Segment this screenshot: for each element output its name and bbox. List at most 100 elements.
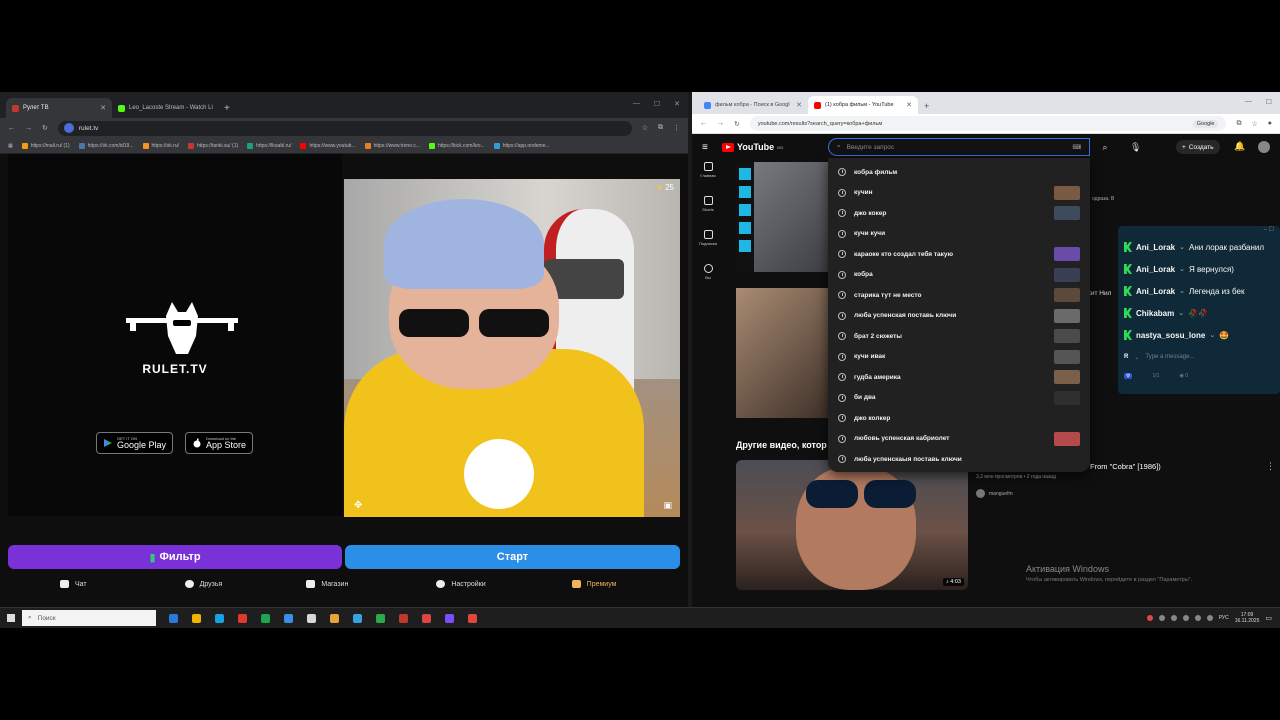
nav-premium[interactable]: Премиум: [571, 580, 616, 588]
webcam-video[interactable]: ★ 25 ✥ ▣: [344, 179, 680, 517]
taskbar-app-icon[interactable]: [212, 611, 227, 626]
suggestion-item[interactable]: люба успенскаыя поставь ключи: [828, 449, 1090, 470]
taskbar-app-icon[interactable]: [235, 611, 250, 626]
suggestion-item[interactable]: любовь успенская кабриолет: [828, 429, 1090, 450]
rail-you[interactable]: Вы: [692, 264, 724, 298]
keyboard-icon[interactable]: ⌨: [1072, 144, 1081, 151]
new-tab-button[interactable]: +: [218, 103, 236, 118]
menu-icon[interactable]: ⋮: [673, 124, 680, 132]
hamburger-icon[interactable]: ≡: [702, 142, 712, 153]
chevron-down-icon[interactable]: ⌄: [1134, 354, 1139, 361]
suggestion-item[interactable]: джо кокер: [828, 203, 1090, 224]
profile-icon[interactable]: ●: [1268, 120, 1272, 127]
google-lens-pill[interactable]: Google: [1192, 119, 1219, 128]
suggestion-item[interactable]: кобра фильм: [828, 162, 1090, 183]
start-button[interactable]: Старт: [345, 545, 680, 569]
camera-icon[interactable]: ▣: [663, 500, 672, 511]
suggestion-item[interactable]: гудба америка: [828, 367, 1090, 388]
back-icon[interactable]: ←: [8, 125, 15, 132]
network-icon[interactable]: [1194, 615, 1201, 621]
bookmark-item[interactable]: https://tanki.su/ (1): [188, 142, 238, 149]
new-tab-button[interactable]: +: [918, 101, 935, 114]
rail-shorts[interactable]: Shorts: [692, 196, 724, 230]
mic-icon[interactable]: 🎙: [1130, 138, 1144, 156]
suggestion-item[interactable]: кучин: [828, 183, 1090, 204]
suggestion-item[interactable]: караоке кто создал тебя такую: [828, 244, 1090, 265]
taskbar-app-icon[interactable]: [304, 611, 319, 626]
minimize-icon[interactable]: –: [1264, 227, 1267, 233]
video-thumbnail-cobra[interactable]: ♪ 4:03: [736, 460, 968, 590]
taskbar-app-icon[interactable]: [258, 611, 273, 626]
nav-settings[interactable]: Настройки: [436, 580, 486, 588]
taskbar-search[interactable]: ⌕ Поиск: [22, 610, 156, 626]
bookmark-item[interactable]: https://lkoabl.ru/: [247, 142, 291, 149]
maximize-icon[interactable]: ☐: [654, 100, 660, 108]
chat-username[interactable]: Ani_Lorak: [1136, 265, 1175, 274]
tray-app-icon[interactable]: [1170, 615, 1177, 621]
apps-grid-icon[interactable]: ▦: [8, 143, 13, 149]
bell-icon[interactable]: 🔔: [1234, 141, 1245, 152]
filter-button[interactable]: ▮ Фильтр: [8, 545, 342, 569]
nav-friends[interactable]: Друзья: [184, 580, 222, 588]
close-window-icon[interactable]: ✕: [674, 100, 680, 108]
notifications-icon[interactable]: ▭: [1265, 614, 1272, 622]
forward-icon[interactable]: →: [25, 125, 32, 132]
star-icon[interactable]: ☆: [1251, 120, 1257, 128]
chat-username[interactable]: nastya_sosu_lone: [1136, 331, 1205, 340]
minimize-icon[interactable]: —: [1245, 98, 1252, 106]
suggestion-item[interactable]: кобра: [828, 265, 1090, 286]
bookmark-item[interactable]: https://www.youtub...: [300, 142, 356, 149]
chat-username[interactable]: Ani_Lorak: [1136, 287, 1175, 296]
taskbar-app-icon[interactable]: [442, 611, 457, 626]
close-icon[interactable]: ✕: [100, 104, 106, 112]
suggestion-item[interactable]: кучи кучи: [828, 224, 1090, 245]
tab-kick[interactable]: Leo_Lacoste Stream - Watch Li ✕: [112, 98, 218, 118]
extensions-icon[interactable]: ⧉: [1236, 120, 1241, 128]
suggestion-item[interactable]: джо колкер: [828, 408, 1090, 429]
chat-username[interactable]: Chikabam: [1136, 309, 1174, 318]
taskbar-app-icon[interactable]: [396, 611, 411, 626]
google-play-button[interactable]: GET IT ON Google Play: [96, 432, 174, 454]
rail-home[interactable]: Главная: [692, 162, 724, 196]
suggestion-item[interactable]: кучи ивак: [828, 347, 1090, 368]
taskbar-app-icon[interactable]: [419, 611, 434, 626]
close-icon[interactable]: ✕: [796, 101, 802, 109]
channel-link[interactable]: manguefm: [976, 489, 1013, 498]
move-icon[interactable]: ✥: [354, 500, 362, 511]
extensions-icon[interactable]: ⧉: [658, 124, 663, 132]
video-thumbnail[interactable]: [736, 288, 832, 418]
taskbar-app-icon[interactable]: [350, 611, 365, 626]
bookmark-item[interactable]: https://www.treno.c...: [364, 142, 420, 149]
taskbar-app-icon[interactable]: [465, 611, 480, 626]
more-menu-icon[interactable]: ⋮: [1266, 461, 1275, 472]
tab-google-search[interactable]: фильм кобра - Поиск в Googl ✕: [698, 96, 808, 114]
tab-rulet[interactable]: Рулет ТВ ✕: [6, 98, 112, 118]
suggestion-item[interactable]: би два: [828, 388, 1090, 409]
bookmark-item[interactable]: https://mail.ru/ (1): [21, 142, 70, 149]
chat-username[interactable]: Ani_Lorak: [1136, 243, 1175, 252]
clock[interactable]: 17:09 16.11.2025: [1235, 612, 1260, 624]
bookmark-item[interactable]: https://app.ondeme...: [493, 142, 550, 149]
chat-input[interactable]: R ⌄ Type a message...: [1124, 350, 1272, 364]
language-indicator[interactable]: РУС: [1219, 615, 1229, 621]
maximize-icon[interactable]: ☐: [1266, 98, 1272, 106]
bookmark-item[interactable]: https://kick.com/leo...: [429, 142, 485, 149]
avatar[interactable]: [1258, 141, 1270, 153]
reload-icon[interactable]: ↻: [734, 120, 740, 128]
start-button[interactable]: [0, 608, 22, 629]
back-icon[interactable]: ←: [700, 120, 707, 127]
suggestion-item[interactable]: брат 2 сюжеты: [828, 326, 1090, 347]
create-button[interactable]: + Создать: [1176, 140, 1220, 154]
address-bar[interactable]: rulet.tv: [57, 120, 632, 136]
taskbar-app-icon[interactable]: [189, 611, 204, 626]
taskbar-app-icon[interactable]: [327, 611, 342, 626]
address-bar[interactable]: youtube.com/results?search_query=кобра+ф…: [749, 116, 1227, 131]
bookmark-item[interactable]: https://ok.ru/: [142, 142, 179, 149]
reload-icon[interactable]: ↻: [42, 124, 48, 132]
video-title[interactable]: From "Cobra" [1986]): [1090, 462, 1161, 471]
minimize-icon[interactable]: —: [633, 100, 640, 108]
search-input[interactable]: ⌕ Введите запрос ⌨: [828, 138, 1090, 156]
youtube-logo[interactable]: YouTube MD: [722, 142, 783, 152]
nav-chat[interactable]: Чат: [60, 580, 87, 588]
tab-youtube[interactable]: (1) кобра фильм - YouTube ✕: [808, 96, 918, 114]
